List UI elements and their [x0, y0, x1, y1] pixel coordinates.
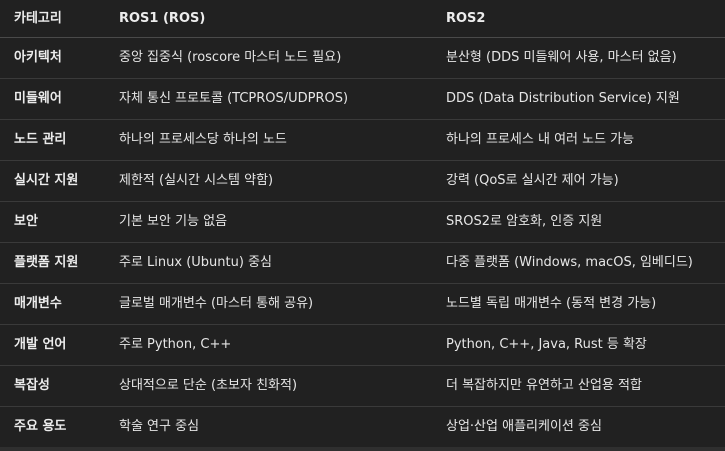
table-row: 노드 관리 하나의 프로세스당 하나의 노드 하나의 프로세스 내 여러 노드 …: [0, 119, 725, 161]
header-ros2: ROS2: [432, 0, 725, 38]
comparison-table-container: 카테고리 ROS1 (ROS) ROS2 아키텍처 중앙 집중식 (roscor…: [0, 0, 725, 451]
table-row: 실시간 지원 제한적 (실시간 시스템 약함) 강력 (QoS로 실시간 제어 …: [0, 160, 725, 202]
row-category: 복잡성: [0, 365, 105, 407]
table-row: 주요 용도 학술 연구 중심 상업·산업 애플리케이션 중심: [0, 407, 725, 448]
row-ros2-value: DDS (Data Distribution Service) 지원: [432, 78, 725, 120]
row-ros1-value: 중앙 집중식 (roscore 마스터 노드 필요): [105, 37, 432, 79]
row-category: 아키텍처: [0, 37, 105, 79]
table-row: 매개변수 글로벌 매개변수 (마스터 통해 공유) 노드별 독립 매개변수 (동…: [0, 283, 725, 325]
row-ros2-value: 더 복잡하지만 유연하고 산업용 적합: [432, 365, 725, 407]
row-category: 개발 언어: [0, 324, 105, 366]
row-ros2-value: 강력 (QoS로 실시간 제어 가능): [432, 160, 725, 202]
table-header: 카테고리 ROS1 (ROS) ROS2: [0, 0, 725, 38]
row-ros1-value: 자체 통신 프로토콜 (TCPROS/UDPROS): [105, 78, 432, 120]
row-ros1-value: 주로 Python, C++: [105, 324, 432, 366]
row-ros2-value: 하나의 프로세스 내 여러 노드 가능: [432, 119, 725, 161]
table-row: 플랫폼 지원 주로 Linux (Ubuntu) 중심 다중 플랫폼 (Wind…: [0, 242, 725, 284]
row-category: 매개변수: [0, 283, 105, 325]
table-row: 아키텍처 중앙 집중식 (roscore 마스터 노드 필요) 분산형 (DDS…: [0, 37, 725, 79]
row-ros1-value: 제한적 (실시간 시스템 약함): [105, 160, 432, 202]
horizontal-scrollbar-track[interactable]: [0, 447, 725, 451]
table-body: 아키텍처 중앙 집중식 (roscore 마스터 노드 필요) 분산형 (DDS…: [0, 37, 725, 448]
header-category: 카테고리: [0, 0, 105, 38]
row-ros1-value: 하나의 프로세스당 하나의 노드: [105, 119, 432, 161]
row-category: 주요 용도: [14, 419, 67, 435]
row-ros2-value: 다중 플랫폼 (Windows, macOS, 임베디드): [432, 242, 725, 284]
row-category: 보안: [0, 201, 105, 243]
row-ros1-value: 기본 보안 기능 없음: [105, 201, 432, 243]
table-row: 개발 언어 주로 Python, C++ Python, C++, Java, …: [0, 324, 725, 366]
row-ros1-value: 주로 Linux (Ubuntu) 중심: [105, 242, 432, 284]
ros-comparison-table: 카테고리 ROS1 (ROS) ROS2 아키텍처 중앙 집중식 (roscor…: [0, 0, 725, 447]
header-row: 카테고리 ROS1 (ROS) ROS2: [0, 0, 725, 38]
row-ros1-value: 상대적으로 단순 (초보자 친화적): [105, 365, 432, 407]
row-ros2-value: SROS2로 암호화, 인증 지원: [432, 201, 725, 243]
row-ros1-value: 학술 연구 중심: [119, 419, 200, 435]
header-ros1: ROS1 (ROS): [105, 0, 432, 38]
row-ros2-value: 상업·산업 애플리케이션 중심: [446, 419, 602, 435]
row-category: 플랫폼 지원: [0, 242, 105, 284]
row-ros2-value: Python, C++, Java, Rust 등 확장: [432, 324, 725, 366]
row-category: 노드 관리: [0, 119, 105, 161]
row-ros2-value: 분산형 (DDS 미들웨어 사용, 마스터 없음): [432, 37, 725, 79]
table-row: 미들웨어 자체 통신 프로토콜 (TCPROS/UDPROS) DDS (Dat…: [0, 78, 725, 120]
row-ros2-value: 노드별 독립 매개변수 (동적 변경 가능): [432, 283, 725, 325]
table-row: 보안 기본 보안 기능 없음 SROS2로 암호화, 인증 지원: [0, 201, 725, 243]
row-category: 실시간 지원: [0, 160, 105, 202]
row-ros1-value: 글로벌 매개변수 (마스터 통해 공유): [105, 283, 432, 325]
row-category: 미들웨어: [0, 78, 105, 120]
table-row: 복잡성 상대적으로 단순 (초보자 친화적) 더 복잡하지만 유연하고 산업용 …: [0, 365, 725, 407]
